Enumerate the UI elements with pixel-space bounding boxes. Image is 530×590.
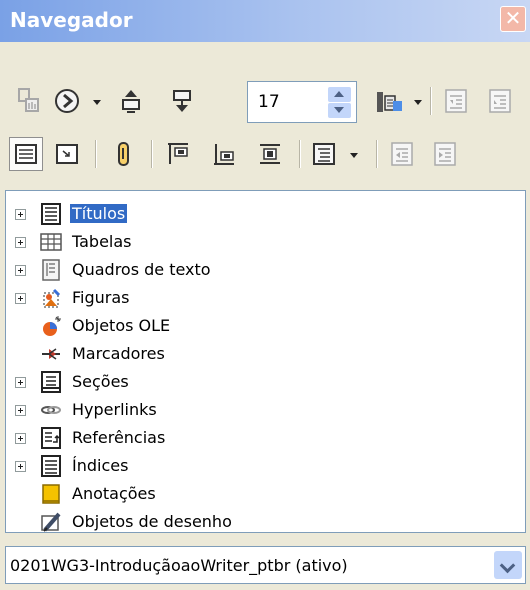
expand-icon[interactable] [15,209,26,220]
demote-chapter-icon [434,142,456,166]
reminder-clip-icon [118,142,129,166]
tree-item-label: Seções [72,372,129,391]
anchor-text-button[interactable] [254,139,286,169]
tree-item-figuras[interactable]: Figuras [6,285,521,313]
content-view-button[interactable] [52,139,82,169]
demote-chapter-button[interactable] [430,139,460,169]
graphics-icon [43,288,61,308]
toolbar-separator [430,87,432,115]
heading-levels-icon [313,143,335,165]
demote-level-icon [489,89,511,113]
navigator-window: Navegador ✕ 17 Títulos Tabelas Quadros d… [0,0,530,590]
tree-item-label: Objetos OLE [72,316,171,335]
tree-item-objetos-ole[interactable]: Objetos OLE [6,313,521,341]
tree-item-tabelas[interactable]: Tabelas [6,229,521,257]
drag-mode-icon [377,92,402,112]
chevron-down-icon[interactable] [494,551,522,579]
close-button[interactable]: ✕ [500,6,526,32]
navigate-by-button[interactable] [52,86,82,116]
promote-level-icon [445,89,467,113]
reference-icon [41,427,61,449]
expand-icon[interactable] [15,237,26,248]
heading-levels-button[interactable] [308,139,340,169]
tree-item-label: Referências [72,428,166,447]
promote-level-button[interactable] [441,86,471,116]
tree-item-label: Índices [72,456,129,475]
navigation-toggle-button[interactable] [14,86,44,116]
section-icon [41,371,61,393]
headings-icon [41,203,61,225]
expand-icon[interactable] [15,405,26,416]
tree-item-label: Marcadores [72,344,165,363]
anchor-icon [260,144,280,164]
heading-levels-dropdown-icon[interactable] [350,153,358,158]
table-icon [40,233,62,251]
drag-mode-dropdown-icon[interactable] [414,100,422,105]
content-view-icon [56,144,78,164]
tree-item-secoes[interactable]: Seções [6,369,521,397]
spin-up-icon[interactable] [328,87,351,102]
tree-item-label: Anotações [72,484,156,503]
next-object-button[interactable] [167,86,197,116]
promote-chapter-icon [391,142,413,166]
expand-icon[interactable] [15,433,26,444]
ole-object-icon [43,316,61,336]
footer-button[interactable] [208,139,240,169]
tree-item-label: Figuras [72,288,130,307]
text-frame-icon [42,259,60,281]
spin-down-icon[interactable] [328,103,351,118]
close-icon: ✕ [504,6,522,30]
tree-item-quadros-de-texto[interactable]: Quadros de texto [6,257,521,285]
expand-icon[interactable] [15,293,26,304]
expand-icon[interactable] [15,461,26,472]
drag-mode-button[interactable] [373,86,405,116]
page-number-value[interactable]: 17 [258,92,280,112]
toolbar-separator [299,140,301,168]
expand-icon[interactable] [15,265,26,276]
tree-item-hyperlinks[interactable]: Hyperlinks [6,397,521,425]
navigate-by-dropdown-icon[interactable] [93,100,101,105]
next-object-icon [173,90,191,112]
tree-item-referencias[interactable]: Referências [6,425,521,453]
comment-icon [42,484,60,504]
tree-item-indices[interactable]: Índices [6,453,521,481]
previous-object-button[interactable] [116,86,146,116]
expand-icon[interactable] [15,377,26,388]
tree-item-label: Objetos de desenho [72,512,232,531]
toolbar-separator [95,140,97,168]
toolbar-separator [151,140,153,168]
bookmark-icon [42,348,60,360]
document-select[interactable]: 0201WG3-IntroduçãoaoWriter_ptbr (ativo) [5,546,526,584]
list-box-toggle-button[interactable] [9,137,43,171]
tree-item-titulos[interactable]: Títulos [6,201,521,229]
tree-item-objetos-de-desenho[interactable]: Objetos de desenho [6,509,521,537]
title-bar[interactable]: Navegador ✕ [0,0,530,42]
tree-item-label: Tabelas [72,232,132,251]
tree-item-marcadores[interactable]: Marcadores [6,341,521,369]
list-box-icon [15,144,37,164]
toolbar-separator [376,140,378,168]
navigator-tree[interactable]: Títulos Tabelas Quadros de texto Figuras… [5,190,526,533]
drawing-object-icon [41,512,61,532]
tree-item-anotacoes[interactable]: Anotações [6,481,521,509]
previous-object-icon [122,90,140,113]
index-icon [41,455,61,477]
tree-item-label: Quadros de texto [72,260,211,279]
page-number-spinner[interactable]: 17 [247,81,357,123]
header-icon [168,143,188,164]
promote-chapter-button[interactable] [387,139,417,169]
set-reminder-button[interactable] [108,139,138,169]
navigation-toggle-icon [18,88,39,112]
header-button[interactable] [162,139,194,169]
document-select-value: 0201WG3-IntroduçãoaoWriter_ptbr (ativo) [10,556,348,575]
footer-icon [214,144,234,165]
navigate-by-icon [55,89,79,113]
window-title: Navegador [10,8,133,32]
hyperlink-icon [41,406,61,414]
tree-item-label: Hyperlinks [72,400,157,419]
tree-item-label: Títulos [70,204,128,223]
demote-level-button[interactable] [485,86,515,116]
